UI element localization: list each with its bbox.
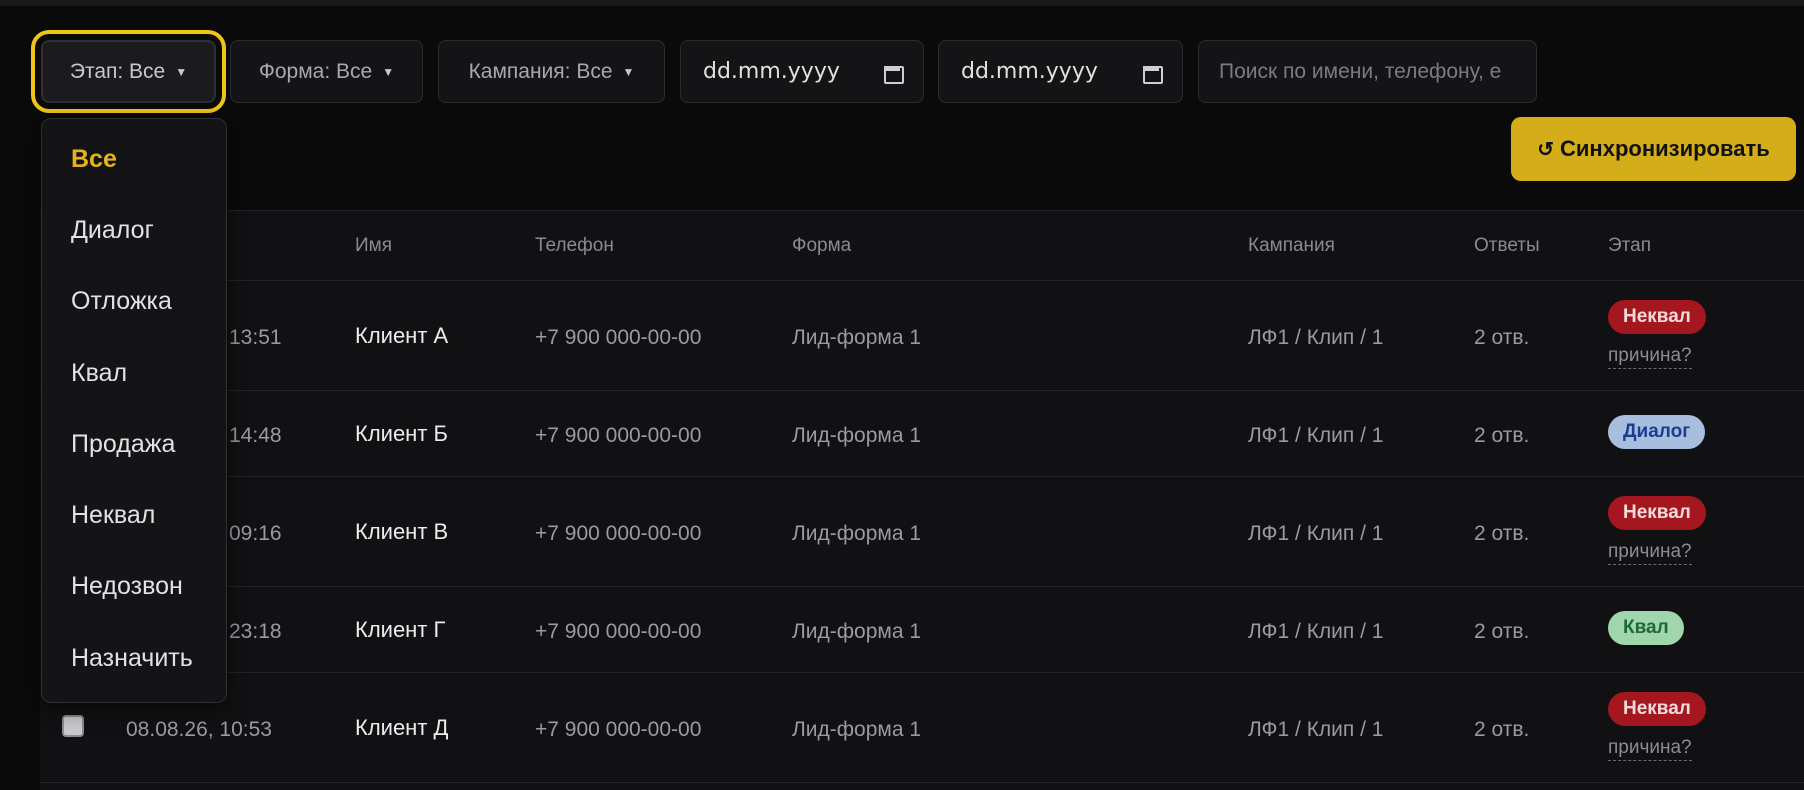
stage-filter-label: Этап: Все xyxy=(69,59,166,83)
refresh-icon: ↺ xyxy=(1537,138,1555,161)
sync-button-label: Синхронизировать xyxy=(1560,136,1770,161)
form-filter[interactable]: Форма: Все ▼ xyxy=(230,40,423,103)
row-answers[interactable]: 2 отв. xyxy=(1474,326,1529,350)
dropdown-item-dialog[interactable]: Диалог xyxy=(71,216,154,245)
row-phone: +7 900 000-00-00 xyxy=(535,718,702,741)
row-answers[interactable]: 2 отв. xyxy=(1474,522,1529,546)
leads-table: Имя Телефон Форма Кампания Ответы Этап 1… xyxy=(40,210,1804,790)
row-form: Лид-форма 1 xyxy=(792,620,922,643)
table-row[interactable]: 14:48 Клиент Б +7 900 000-00-00 Лид-форм… xyxy=(40,391,1804,477)
row-name[interactable]: Клиент Г xyxy=(355,617,445,643)
row-phone: +7 900 000-00-00 xyxy=(535,424,702,447)
header-phone[interactable]: Телефон xyxy=(535,235,614,257)
chevron-down-icon: ▼ xyxy=(622,64,635,79)
status-badge[interactable]: Неквал xyxy=(1608,692,1706,726)
row-date: 23:18 xyxy=(229,620,282,643)
row-name[interactable]: Клиент Д xyxy=(355,715,448,741)
campaign-filter[interactable]: Кампания: Все ▼ xyxy=(438,40,665,103)
calendar-icon[interactable] xyxy=(883,63,904,84)
table-row[interactable]: 09:16 Клиент В +7 900 000-00-00 Лид-форм… xyxy=(40,477,1804,587)
row-campaign: ЛФ1 / Клип / 1 xyxy=(1248,424,1384,447)
stage-filter[interactable]: Этап: Все ▼ xyxy=(31,30,226,113)
row-answers[interactable]: 2 отв. xyxy=(1474,620,1529,644)
row-answers[interactable]: 2 отв. xyxy=(1474,424,1529,448)
campaign-filter-label: Кампания: Все xyxy=(468,59,613,83)
table-header: Имя Телефон Форма Кампания Ответы Этап xyxy=(40,211,1804,281)
date-to-input[interactable]: dd.mm.yyyy xyxy=(938,40,1183,103)
row-form: Лид-форма 1 xyxy=(792,326,922,349)
row-form: Лид-форма 1 xyxy=(792,522,922,545)
row-campaign: ЛФ1 / Клип / 1 xyxy=(1248,326,1384,349)
row-name[interactable]: Клиент А xyxy=(355,323,448,349)
dropdown-item-all[interactable]: Все xyxy=(71,145,117,174)
row-answers[interactable]: 2 отв. xyxy=(1474,718,1529,742)
row-phone: +7 900 000-00-00 xyxy=(535,620,702,643)
header-campaign[interactable]: Кампания xyxy=(1248,235,1335,257)
date-to-value: dd.mm.yyyy xyxy=(961,59,1098,84)
dropdown-item-qual[interactable]: Квал xyxy=(71,359,127,388)
row-campaign: ЛФ1 / Клип / 1 xyxy=(1248,718,1384,741)
sync-button[interactable]: ↺ Синхронизировать xyxy=(1511,117,1796,181)
dropdown-item-nonqual[interactable]: Неквал xyxy=(71,501,155,530)
reason-link[interactable]: причина? xyxy=(1608,737,1692,761)
dropdown-item-assign[interactable]: Назначить xyxy=(71,644,193,673)
table-row[interactable]: 08.08.26, 10:53 Клиент Д +7 900 000-00-0… xyxy=(40,673,1804,783)
row-campaign: ЛФ1 / Клип / 1 xyxy=(1248,522,1384,545)
row-name[interactable]: Клиент Б xyxy=(355,421,448,447)
reason-link[interactable]: причина? xyxy=(1608,345,1692,369)
status-badge[interactable]: Диалог xyxy=(1608,415,1706,449)
row-date: 13:51 xyxy=(229,326,282,349)
chevron-down-icon: ▼ xyxy=(382,64,395,79)
status-badge[interactable]: Квал xyxy=(1608,611,1684,645)
status-badge[interactable]: Неквал xyxy=(1608,300,1706,334)
chevron-down-icon: ▼ xyxy=(175,64,188,79)
row-name[interactable]: Клиент В xyxy=(355,519,448,545)
reason-link[interactable]: причина? xyxy=(1608,541,1692,565)
row-checkbox[interactable] xyxy=(62,715,84,737)
row-phone: +7 900 000-00-00 xyxy=(535,522,702,545)
header-form[interactable]: Форма xyxy=(792,235,851,257)
stage-dropdown-menu: Все Диалог Отложка Квал Продажа Неквал Н… xyxy=(41,118,227,703)
row-campaign: ЛФ1 / Клип / 1 xyxy=(1248,620,1384,643)
row-date: 14:48 xyxy=(229,424,282,447)
date-from-input[interactable]: dd.mm.yyyy xyxy=(680,40,924,103)
dropdown-item-postponed[interactable]: Отложка xyxy=(71,287,172,316)
top-bar xyxy=(0,0,1804,6)
table-row[interactable]: 13:51 Клиент А +7 900 000-00-00 Лид-форм… xyxy=(40,281,1804,391)
table-row[interactable]: 23:18 Клиент Г +7 900 000-00-00 Лид-форм… xyxy=(40,587,1804,673)
row-form: Лид-форма 1 xyxy=(792,424,922,447)
header-name[interactable]: Имя xyxy=(355,235,392,257)
status-badge[interactable]: Неквал xyxy=(1608,496,1706,530)
row-date: 09:16 xyxy=(229,522,282,545)
dropdown-item-sale[interactable]: Продажа xyxy=(71,430,175,459)
date-from-value: dd.mm.yyyy xyxy=(703,59,840,84)
form-filter-label: Форма: Все xyxy=(258,59,373,83)
calendar-icon[interactable] xyxy=(1142,63,1163,84)
row-date: 08.08.26, 10:53 xyxy=(126,718,272,741)
dropdown-item-no-answer[interactable]: Недозвон xyxy=(71,572,183,601)
search-input[interactable] xyxy=(1219,59,1516,84)
row-form: Лид-форма 1 xyxy=(792,718,922,741)
header-stage[interactable]: Этап xyxy=(1608,235,1651,257)
header-answers[interactable]: Ответы xyxy=(1474,235,1540,257)
row-phone: +7 900 000-00-00 xyxy=(535,326,702,349)
search-field[interactable] xyxy=(1198,40,1537,103)
